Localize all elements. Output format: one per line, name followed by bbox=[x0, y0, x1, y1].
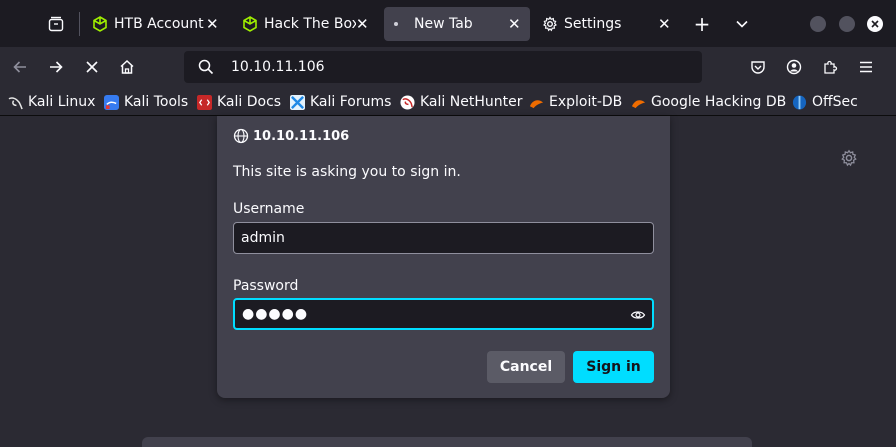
exploit-db-icon bbox=[529, 99, 544, 108]
bookmark-google-hacking-db[interactable]: Google Hacking DB bbox=[631, 93, 786, 111]
tab-separator bbox=[79, 12, 80, 36]
bookmark-offsec[interactable]: OffSec bbox=[792, 93, 858, 111]
bookmark-kali-nethunter[interactable]: Kali NetHunter bbox=[400, 93, 522, 111]
pocket-icon bbox=[751, 61, 765, 74]
stop-button[interactable] bbox=[80, 55, 104, 79]
bookmark-label: Kali Linux bbox=[28, 94, 96, 110]
bookmarks-toolbar: Kali Linux Kali Tools Kali Docs Kali For… bbox=[0, 87, 896, 116]
extensions-button[interactable] bbox=[818, 55, 842, 79]
hamburger-menu-icon bbox=[860, 61, 872, 73]
kali-icon bbox=[8, 96, 23, 109]
sign-in-dialog: 10.10.11.106 This site is asking you to … bbox=[217, 116, 670, 398]
chevron-down-icon bbox=[736, 20, 748, 28]
bookmark-kali-forums[interactable]: Kali Forums bbox=[290, 93, 391, 111]
pocket-button[interactable] bbox=[746, 55, 770, 79]
plus-icon: + bbox=[693, 12, 711, 36]
list-all-tabs-button[interactable] bbox=[730, 12, 754, 36]
home-icon bbox=[120, 59, 134, 74]
forward-button[interactable] bbox=[44, 55, 68, 79]
username-label: Username bbox=[233, 201, 305, 217]
tab-new-tab[interactable]: New Tab ✕ bbox=[384, 7, 530, 41]
offsec-icon bbox=[792, 94, 807, 110]
account-icon bbox=[786, 59, 802, 75]
bookmark-exploit-db[interactable]: Exploit-DB bbox=[529, 93, 622, 111]
back-button[interactable] bbox=[8, 55, 32, 79]
dialog-host: 10.10.11.106 bbox=[233, 128, 349, 144]
password-masked-value: ●●●●● bbox=[242, 306, 309, 322]
tab-title: New Tab bbox=[414, 16, 473, 32]
bookmark-label: Kali Tools bbox=[124, 94, 189, 110]
minimize-button[interactable] bbox=[810, 16, 826, 32]
arrow-left-icon bbox=[13, 61, 26, 73]
kali-docs-icon bbox=[197, 94, 212, 110]
close-icon[interactable]: ✕ bbox=[356, 15, 369, 33]
tab-title: Settings bbox=[564, 16, 622, 32]
bookmark-label: Google Hacking DB bbox=[651, 94, 787, 110]
bookmark-label: Exploit-DB bbox=[549, 94, 623, 110]
tab-bar: HTB Account ✕ Hack The Box ✕ New Tab ✕ S… bbox=[0, 0, 896, 47]
gear-icon bbox=[841, 149, 857, 167]
search-icon bbox=[198, 59, 214, 75]
password-field[interactable]: ●●●●● bbox=[233, 298, 654, 330]
url-text[interactable]: 10.10.11.106 bbox=[231, 59, 325, 75]
loading-dot-icon bbox=[394, 22, 398, 26]
hackthebox-icon bbox=[93, 16, 107, 32]
stop-x-icon bbox=[86, 61, 98, 73]
tab-settings[interactable]: Settings ✕ bbox=[534, 7, 680, 41]
new-tab-button[interactable]: + bbox=[690, 12, 714, 36]
search-box-partial[interactable] bbox=[142, 437, 752, 447]
hackthebox-icon bbox=[243, 16, 257, 32]
bookmark-label: Kali NetHunter bbox=[420, 94, 523, 110]
close-icon bbox=[871, 20, 879, 28]
kali-forums-icon bbox=[290, 94, 305, 110]
eye-icon[interactable] bbox=[630, 307, 646, 323]
tab-htb-account[interactable]: HTB Account ✕ bbox=[84, 7, 230, 41]
bookmark-kali-tools[interactable]: Kali Tools bbox=[104, 93, 188, 111]
firefox-view-button[interactable] bbox=[44, 12, 68, 36]
app-menu-button[interactable] bbox=[854, 55, 878, 79]
bookmark-label: Kali Docs bbox=[217, 94, 282, 110]
account-button[interactable] bbox=[782, 55, 806, 79]
puzzle-icon bbox=[824, 60, 838, 74]
maximize-button[interactable] bbox=[839, 16, 855, 32]
bookmark-kali-docs[interactable]: Kali Docs bbox=[197, 93, 281, 111]
close-icon[interactable]: ✕ bbox=[508, 15, 521, 33]
close-window-button[interactable] bbox=[867, 16, 883, 32]
tab-hack-the-box[interactable]: Hack The Box ✕ bbox=[234, 7, 380, 41]
bookmark-kali-linux[interactable]: Kali Linux bbox=[8, 93, 95, 111]
globe-icon bbox=[233, 128, 249, 144]
bookmark-label: OffSec bbox=[812, 94, 858, 110]
cancel-button[interactable]: Cancel bbox=[487, 351, 565, 383]
ghdb-icon bbox=[631, 99, 646, 108]
home-button[interactable] bbox=[115, 55, 139, 79]
tab-title: Hack The Box bbox=[264, 16, 356, 32]
tab-title: HTB Account bbox=[114, 16, 204, 32]
sign-in-button[interactable]: Sign in bbox=[573, 351, 654, 383]
kali-tools-icon bbox=[104, 94, 119, 110]
url-bar[interactable]: 10.10.11.106 bbox=[184, 51, 702, 83]
navigation-toolbar: 10.10.11.106 bbox=[0, 47, 896, 87]
dialog-host-text: 10.10.11.106 bbox=[253, 128, 350, 144]
arrow-right-icon bbox=[50, 61, 63, 73]
nethunter-icon bbox=[400, 94, 415, 110]
gear-icon bbox=[543, 16, 557, 32]
customize-new-tab-button[interactable] bbox=[840, 149, 858, 171]
password-label: Password bbox=[233, 278, 299, 294]
username-field[interactable]: admin bbox=[233, 222, 654, 254]
close-icon[interactable]: ✕ bbox=[206, 15, 219, 33]
dialog-message: This site is asking you to sign in. bbox=[233, 164, 461, 180]
firefox-view-icon bbox=[48, 16, 64, 32]
bookmark-label: Kali Forums bbox=[310, 94, 392, 110]
close-icon[interactable]: ✕ bbox=[658, 15, 671, 33]
username-value: admin bbox=[241, 230, 285, 246]
